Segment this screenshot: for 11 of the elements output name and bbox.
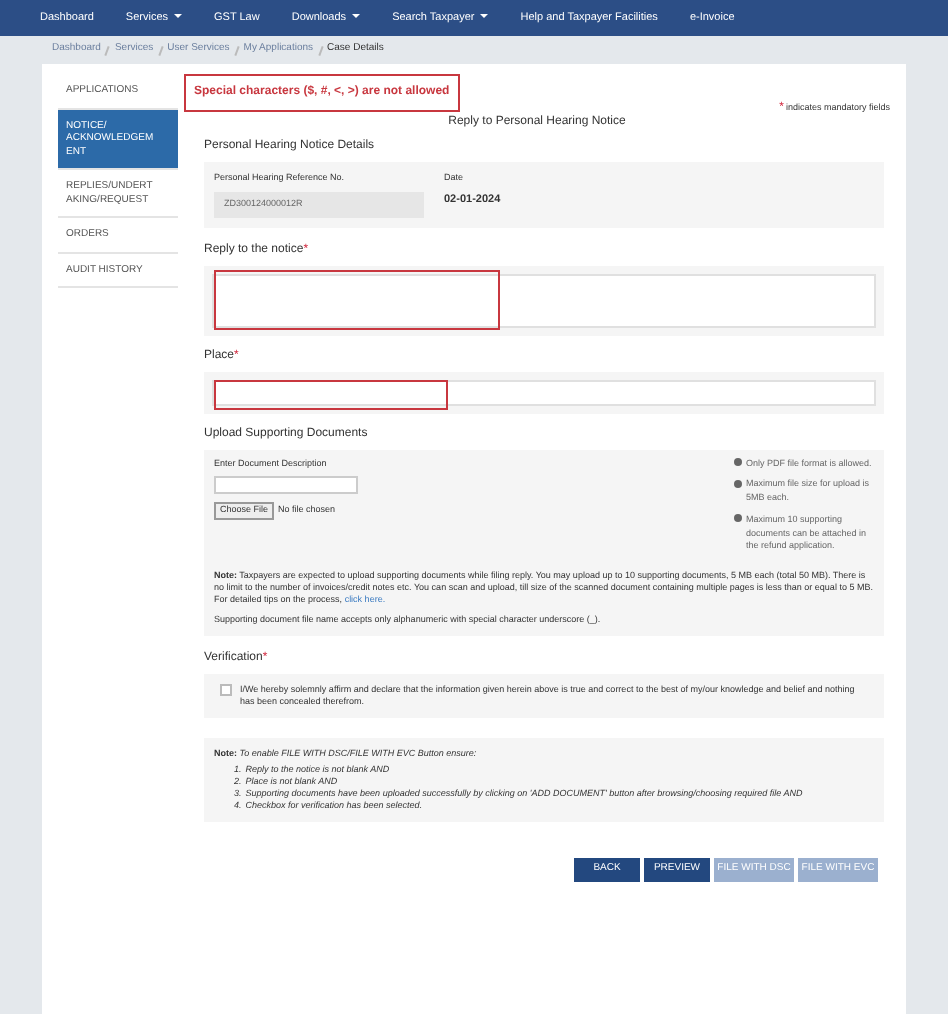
verification-checkbox[interactable] xyxy=(220,684,232,697)
info-icon xyxy=(734,514,742,523)
separator-icon xyxy=(233,44,240,56)
description-input[interactable] xyxy=(214,476,358,495)
separator-icon xyxy=(317,44,323,56)
separator-icon xyxy=(105,44,111,56)
separator-icon xyxy=(157,44,163,56)
place-input[interactable] xyxy=(214,379,448,409)
info-icon xyxy=(734,479,742,488)
info-icon xyxy=(734,458,742,466)
reply-text-area[interactable] xyxy=(214,269,500,329)
